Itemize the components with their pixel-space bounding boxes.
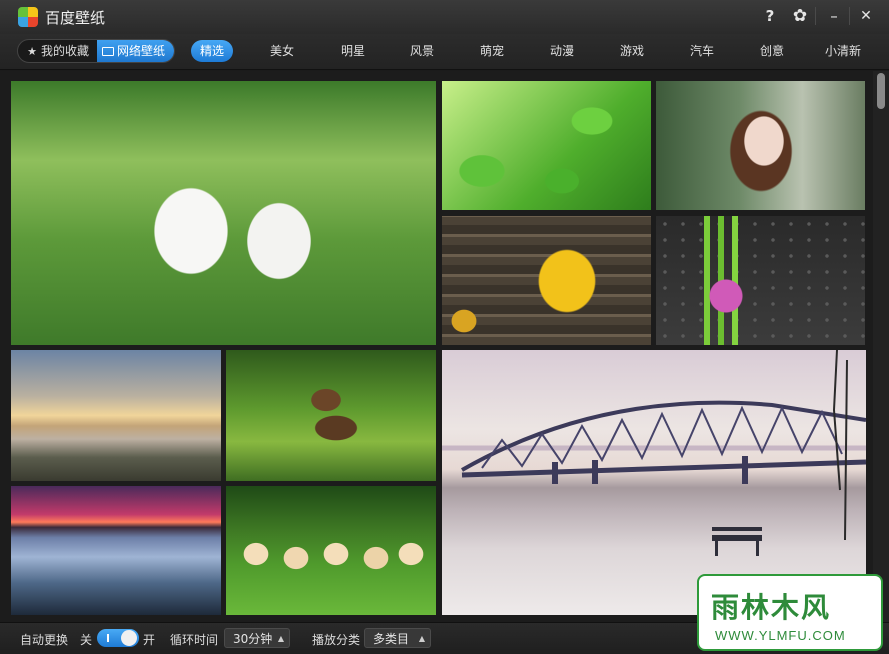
- toggle-on-label: 开: [143, 633, 156, 647]
- star-icon: ★: [27, 45, 37, 58]
- category-tab-anime[interactable]: 动漫: [542, 40, 582, 62]
- category-tab-stars[interactable]: 明星: [333, 40, 373, 62]
- toggle-knob: [121, 630, 137, 646]
- wallpaper-girl-portrait[interactable]: [656, 81, 865, 210]
- category-tab-pets[interactable]: 萌宠: [472, 40, 512, 62]
- wallpaper-sunset-over-sea[interactable]: [11, 486, 221, 615]
- dropdown-arrow-icon: ▲: [418, 634, 425, 643]
- category-tab-cars[interactable]: 汽车: [682, 40, 722, 62]
- interval-value: 30分钟: [233, 632, 273, 646]
- auto-change-label: 自动更换: [20, 633, 69, 647]
- wallpaper-gallery: [0, 71, 873, 622]
- category-nav-bar: ★ 我的收藏 网络壁纸 精选 美女 明星 风景 萌宠 动漫 游戏 汽车 创意 小清…: [0, 34, 889, 70]
- minimize-button[interactable]: –: [821, 5, 847, 27]
- category-tab-scenery[interactable]: 风景: [402, 40, 442, 62]
- toggle-on-mark: [107, 634, 109, 642]
- category-tab-beauty[interactable]: 美女: [262, 40, 302, 62]
- wallpaper-golden-retriever-puppies[interactable]: [226, 486, 436, 615]
- wallpaper-bear-cubs[interactable]: [226, 350, 436, 481]
- my-favorites-tab[interactable]: ★ 我的收藏: [18, 40, 97, 62]
- online-wallpapers-label: 网络壁纸: [117, 44, 166, 58]
- wallpaper-misty-lake-sunrise[interactable]: [11, 350, 221, 481]
- online-wallpapers-tab[interactable]: 网络壁纸: [97, 40, 174, 62]
- wallpaper-puppies-in-flower-field[interactable]: [11, 81, 436, 345]
- category-tab-creative[interactable]: 创意: [752, 40, 792, 62]
- ylmf-watermark-logo: 雨林木风 WWW.YLMFU.COM: [697, 574, 883, 651]
- vertical-scrollbar[interactable]: [873, 71, 889, 622]
- toggle-off-label: 关: [80, 633, 93, 647]
- title-bar: 百度壁纸 ? ✿ – ✕: [0, 0, 889, 34]
- interval-label: 循环时间: [170, 633, 219, 647]
- dropdown-arrow-icon: ▲: [277, 634, 284, 643]
- category-tab-fresh[interactable]: 小清新: [819, 40, 867, 62]
- close-button[interactable]: ✕: [853, 5, 879, 27]
- window-title: 百度壁纸: [45, 9, 106, 27]
- my-favorites-label: 我的收藏: [41, 44, 90, 58]
- play-category-label: 播放分类: [312, 633, 361, 647]
- auto-change-toggle[interactable]: [97, 629, 139, 647]
- scroll-thumb[interactable]: [877, 73, 885, 109]
- play-category-dropdown[interactable]: 多类目 ▲: [364, 628, 431, 648]
- monitor-icon: [102, 47, 114, 56]
- settings-gear-icon[interactable]: ✿: [787, 5, 813, 27]
- titlebar-divider: [815, 7, 816, 25]
- category-tab-games[interactable]: 游戏: [612, 40, 652, 62]
- source-switch: ★ 我的收藏 网络壁纸: [17, 39, 175, 63]
- app-logo-icon: [18, 7, 38, 27]
- wallpaper-yellow-maple-leaf[interactable]: [442, 216, 651, 345]
- help-icon[interactable]: ?: [757, 5, 783, 27]
- wallpaper-pink-orchid-on-bamboo[interactable]: [656, 216, 865, 345]
- wallpaper-green-leaves[interactable]: [442, 81, 651, 210]
- titlebar-divider: [849, 7, 850, 25]
- watermark-url: WWW.YLMFU.COM: [715, 628, 846, 643]
- watermark-text: 雨林木风: [711, 591, 832, 624]
- interval-dropdown[interactable]: 30分钟 ▲: [224, 628, 290, 648]
- play-category-value: 多类目: [373, 632, 410, 646]
- category-tab-featured[interactable]: 精选: [191, 40, 233, 62]
